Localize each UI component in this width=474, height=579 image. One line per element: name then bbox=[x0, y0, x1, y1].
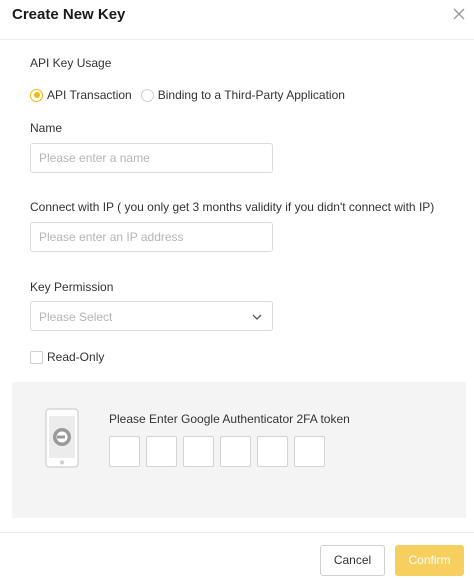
chevron-down-icon bbox=[251, 311, 263, 323]
key-permission-select[interactable]: Please Select bbox=[30, 301, 273, 331]
radio-checked-icon bbox=[30, 88, 43, 102]
twofa-digit-input[interactable] bbox=[257, 436, 288, 467]
twofa-digit-input[interactable] bbox=[109, 436, 140, 467]
twofa-code-inputs bbox=[109, 436, 331, 467]
radio-label: Binding to a Third-Party Application bbox=[157, 88, 345, 102]
twofa-digit-input[interactable] bbox=[220, 436, 251, 467]
select-placeholder: Please Select bbox=[39, 310, 113, 324]
twofa-panel: Please Enter Google Authenticator 2FA to… bbox=[12, 382, 466, 518]
api-key-usage-label: API Key Usage bbox=[30, 56, 112, 70]
dialog-header: Create New Key bbox=[0, 0, 474, 40]
phone-icon bbox=[45, 408, 79, 468]
ip-address-input[interactable] bbox=[30, 222, 273, 252]
close-icon[interactable] bbox=[451, 6, 467, 22]
twofa-label: Please Enter Google Authenticator 2FA to… bbox=[109, 412, 350, 426]
key-permission-label: Key Permission bbox=[30, 280, 114, 294]
name-input[interactable] bbox=[30, 143, 273, 173]
twofa-digit-input[interactable] bbox=[183, 436, 214, 467]
radio-api-transaction[interactable]: API Transaction bbox=[30, 88, 132, 102]
ip-label: Connect with IP ( you only get 3 months … bbox=[30, 200, 435, 214]
radio-unchecked-icon bbox=[140, 88, 154, 102]
radio-label: API Transaction bbox=[47, 88, 132, 102]
dialog-title: Create New Key bbox=[12, 6, 126, 23]
cancel-button[interactable]: Cancel bbox=[320, 545, 385, 576]
read-only-label: Read-Only bbox=[47, 350, 105, 364]
name-label: Name bbox=[30, 121, 63, 135]
usage-radio-group: API Transaction Binding to a Third-Party… bbox=[30, 87, 345, 103]
confirm-button[interactable]: Confirm bbox=[395, 545, 464, 576]
read-only-checkbox[interactable]: Read-Only bbox=[30, 350, 104, 364]
twofa-digit-input[interactable] bbox=[294, 436, 325, 467]
checkbox-icon bbox=[30, 350, 43, 364]
dialog-footer: Cancel Confirm bbox=[0, 532, 474, 579]
twofa-digit-input[interactable] bbox=[146, 436, 177, 467]
radio-third-party-binding[interactable]: Binding to a Third-Party Application bbox=[140, 88, 345, 102]
